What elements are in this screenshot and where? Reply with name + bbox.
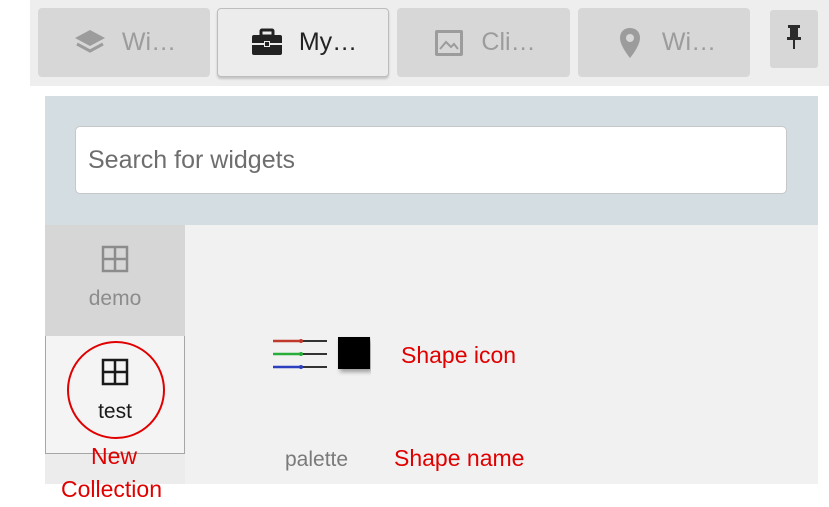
map-pin-icon <box>612 25 648 61</box>
pin-icon <box>786 24 802 55</box>
annotation-circle <box>67 341 165 439</box>
tab-widgets[interactable]: Wi… <box>38 8 210 77</box>
briefcase-icon <box>249 25 285 61</box>
search-input[interactable] <box>75 126 787 194</box>
annotation-shape-name: Shape name <box>394 445 525 471</box>
annotation-new-label: New <box>91 443 138 469</box>
tab-label: Cli… <box>481 28 536 56</box>
tab-label: Wi… <box>661 28 717 56</box>
collection-label: demo <box>88 287 142 310</box>
tab-my-widgets[interactable]: My… <box>217 8 389 77</box>
tab-label: My… <box>298 28 358 56</box>
widgets-panel: demo test <box>45 96 818 484</box>
layers-icon <box>72 25 108 61</box>
pin-button[interactable] <box>770 10 818 68</box>
annotation-collection-label: Collection <box>61 476 162 502</box>
tab-label: Wi… <box>121 28 177 56</box>
tab-wi-location[interactable]: Wi… <box>578 8 750 77</box>
image-icon <box>431 25 467 61</box>
grid-icon <box>101 245 129 273</box>
shape-name-label: palette <box>285 448 349 471</box>
tab-bar: Wi… My… Cli… Wi… <box>30 0 829 86</box>
widget-manager: Wi… My… Cli… Wi… Search for widgets demo… <box>0 0 829 507</box>
annotation-shape-icon: Shape icon <box>401 342 517 368</box>
collection-item-demo[interactable]: demo <box>45 225 185 336</box>
palette-shape-icon[interactable] <box>271 331 371 379</box>
tab-clip-art[interactable]: Cli… <box>397 8 570 77</box>
